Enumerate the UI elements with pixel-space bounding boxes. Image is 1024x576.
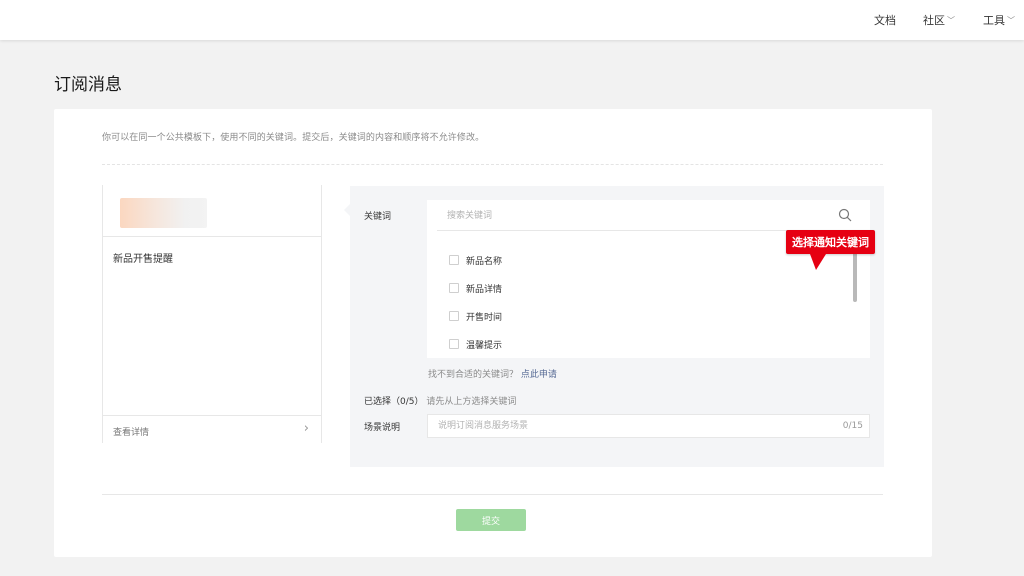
keyword-item[interactable]: 新品详情: [449, 274, 502, 302]
keyword-item-label: 开售时间: [466, 312, 503, 323]
keyword-item-label: 新品详情: [466, 284, 503, 295]
keyword-search-input[interactable]: [447, 209, 807, 223]
chevron-down-icon: ﹀: [1007, 15, 1015, 25]
preview-footer[interactable]: 查看详情 ›: [103, 415, 321, 443]
keyword-item[interactable]: 温馨提示: [449, 330, 502, 358]
keyword-picker: 新品名称 新品详情 开售时间 温馨提示: [427, 200, 870, 358]
nav-tools-label: 工具: [983, 14, 1005, 27]
selected-count-label: 已选择（0/5）: [364, 397, 424, 407]
divider: [102, 164, 883, 165]
intro-text: 你可以在同一个公共模板下，使用不同的关键词。提交后，关键词的内容和顺序将不允许修…: [102, 133, 485, 143]
keyword-checkbox[interactable]: [449, 283, 459, 293]
chevron-right-icon: ›: [303, 421, 309, 436]
divider: [102, 494, 883, 495]
nav-tools[interactable]: 工具 ﹀: [983, 0, 1015, 40]
selected-keywords: 已选择（0/5） 请先从上方选择关键词: [364, 394, 516, 407]
submit-button[interactable]: 提交: [456, 509, 526, 531]
keyword-item-label: 温馨提示: [466, 340, 503, 351]
chevron-down-icon: ﹀: [947, 15, 955, 25]
keyword-item-label: 新品名称: [466, 256, 503, 267]
app-logo-placeholder: [120, 198, 207, 228]
nav-docs[interactable]: 文档: [874, 0, 896, 40]
page-title: 订阅消息: [54, 75, 122, 95]
keyword-label: 关键词: [364, 212, 392, 222]
nav-community[interactable]: 社区 ﹀: [923, 0, 955, 40]
scene-char-counter: 0/15: [842, 421, 863, 431]
keyword-list: 新品名称 新品详情 开售时间 温馨提示: [449, 246, 502, 358]
keyword-checkbox[interactable]: [449, 255, 459, 265]
nav-docs-label: 文档: [874, 14, 896, 27]
annotation-tooltip-text: 选择通知关键词: [792, 236, 869, 249]
keyword-missing-text: 找不到合适的关键词？: [428, 370, 519, 380]
selected-hint: 请先从上方选择关键词: [426, 397, 517, 407]
preview-detail-label: 查看详情: [113, 428, 150, 438]
preview-template-name: 新品开售提醒: [113, 254, 173, 265]
apply-keyword-link[interactable]: 点此申请: [521, 370, 557, 380]
top-navbar: 文档 社区 ﹀ 工具 ﹀: [0, 0, 1024, 40]
search-icon[interactable]: [838, 208, 852, 222]
keyword-checkbox[interactable]: [449, 339, 459, 349]
subscribe-form-card: 你可以在同一个公共模板下，使用不同的关键词。提交后，关键词的内容和顺序将不允许修…: [54, 109, 932, 557]
keyword-search: [437, 200, 864, 231]
keyword-checkbox[interactable]: [449, 311, 459, 321]
scene-input[interactable]: [438, 420, 818, 432]
keyword-item[interactable]: 开售时间: [449, 302, 502, 330]
keyword-missing-note: 找不到合适的关键词？ 点此申请: [428, 367, 557, 380]
nav-community-label: 社区: [923, 14, 945, 27]
scene-field: 0/15: [427, 414, 870, 438]
scene-label: 场景说明: [364, 423, 401, 433]
keyword-config-panel: 关键词 新品名称 新品详情 开售: [344, 186, 884, 467]
message-preview: 新品开售提醒 查看详情 ›: [102, 185, 322, 443]
keyword-item[interactable]: 新品名称: [449, 246, 502, 274]
annotation-tooltip: 选择通知关键词: [786, 230, 875, 270]
preview-header: [103, 185, 321, 237]
